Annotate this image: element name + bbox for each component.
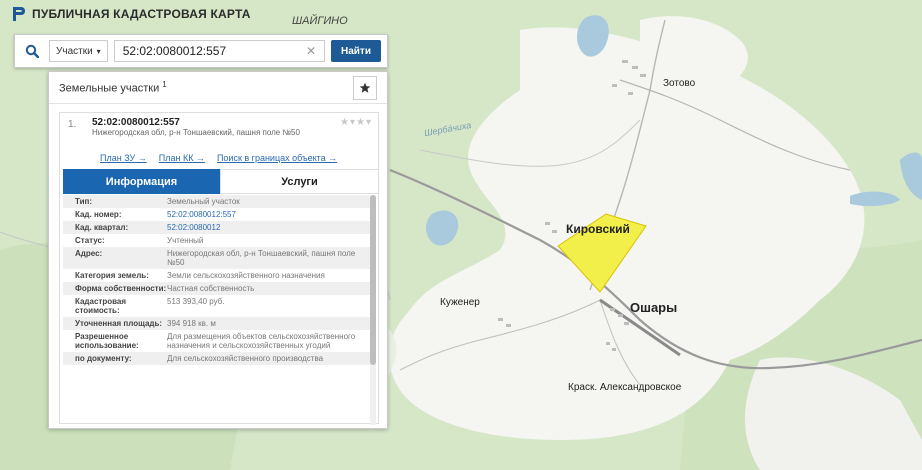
table-row: Кадастровая стоимость: 513 393,40 руб. — [63, 295, 371, 317]
table-row: Статус: Учтенный — [63, 234, 371, 247]
table-row: Категория земель: Земли сельскохозяйствен… — [63, 269, 371, 282]
row-value: Земельный участок — [167, 197, 240, 206]
table-row: Кад. квартал: 52:02:0080012 — [63, 221, 371, 234]
map-label-zotovo: Зотово — [663, 78, 696, 89]
table-row: Тип: Земельный участок — [63, 195, 371, 208]
row-value: Учтенный — [167, 236, 204, 245]
chevron-down-icon: ▾ — [96, 46, 101, 56]
info-tabs: Информация Услуги — [63, 169, 379, 194]
row-value-link[interactable]: 52:02:0080012 — [167, 223, 371, 232]
search-query-text: 52:02:0080012:557 — [122, 44, 227, 58]
panel-count: 1 — [162, 80, 167, 90]
search-icon[interactable] — [21, 40, 43, 62]
plan-zu-link[interactable]: План ЗУ → — [100, 153, 147, 163]
row-key: Кадастровая стоимость: — [75, 297, 127, 315]
search-type-label: Участки — [56, 45, 93, 57]
map-label-krasn: Краск. Александровское — [568, 382, 682, 393]
row-value: Частная собственность — [167, 284, 255, 293]
search-within-object-link[interactable]: Поиск в границах объекта → — [217, 153, 337, 163]
result-links: План ЗУ → План КК → Поиск в границах объ… — [100, 153, 337, 163]
tab-services[interactable]: Услуги — [220, 169, 379, 194]
result-address: Нижегородская обл, р-н Тоншаевский, пашн… — [92, 128, 300, 137]
table-row: Уточненная площадь: 394 918 кв. м — [63, 317, 371, 330]
result-cadastral-number[interactable]: 52:02:0080012:557 — [92, 117, 180, 128]
panel-title: Земельные участки 1 — [59, 80, 167, 95]
plan-kk-link[interactable]: План КК → — [159, 153, 205, 163]
table-row: Кад. номер: 52:02:0080012:557 — [63, 208, 371, 221]
row-key: Кад. номер: — [75, 210, 122, 219]
scrollbar-thumb[interactable] — [370, 195, 376, 365]
table-row: Разрешенное использование: Для размещения… — [63, 330, 371, 352]
table-row: по документу: Для сельскохозяйственного п… — [63, 352, 371, 365]
search-button[interactable]: Найти — [331, 40, 381, 62]
row-value: Для сельскохозяйственного производства — [167, 354, 324, 363]
row-value: Для размещения объектов сельскохозяйстве… — [167, 332, 356, 350]
rating-icons[interactable]: ★▾★▾ — [340, 117, 372, 128]
table-row: Адрес: Нижегородская обл, р-н Тоншаевский… — [63, 247, 371, 269]
row-value: Нижегородская обл, р-н Тоншаевский, пашн… — [167, 249, 356, 267]
row-key: по документу: — [75, 354, 132, 363]
info-scrollbar[interactable] — [370, 195, 376, 425]
info-table: Тип: Земельный участок Кад. номер: 52:02:0… — [63, 195, 371, 425]
row-key: Уточненная площадь: — [75, 319, 163, 328]
tab-information[interactable]: Информация — [63, 169, 220, 194]
row-value-link[interactable]: 52:02:0080012:557 — [167, 210, 371, 219]
panel-header: Земельные участки 1 — [49, 72, 387, 104]
map-label-shaigino: ШАЙГИНО — [292, 15, 348, 27]
result-card: 1. 52:02:0080012:557 Нижегородская обл, … — [59, 112, 379, 425]
row-key: Адрес: — [75, 249, 103, 258]
row-key: Тип: — [75, 197, 92, 206]
panel-title-text: Земельные участки — [59, 82, 160, 95]
map-label-oshary: Ошары — [630, 300, 678, 315]
map-label-kirovsky: Кировский — [566, 222, 630, 236]
row-value: Земли сельскохозяйственного назначения — [167, 271, 325, 280]
rosreestr-logo-icon — [13, 7, 25, 21]
app-brand[interactable]: ПУБЛИЧНАЯ КАДАСТРОВАЯ КАРТА — [12, 6, 251, 22]
app-title: ПУБЛИЧНАЯ КАДАСТРОВАЯ КАРТА — [32, 7, 251, 21]
search-input[interactable]: 52:02:0080012:557 ✕ — [113, 40, 325, 62]
clear-icon[interactable]: ✕ — [306, 44, 316, 58]
row-key: Разрешенное использование: — [75, 332, 139, 350]
result-index: 1. — [68, 119, 77, 130]
row-key: Кад. квартал: — [75, 223, 129, 232]
row-value: 394 918 кв. м — [167, 319, 216, 328]
row-key: Форма собственности: — [75, 284, 167, 293]
favorite-button[interactable] — [353, 75, 377, 100]
row-value: 513 393,40 руб. — [167, 297, 225, 306]
table-row: Форма собственности: Частная собственност… — [63, 282, 371, 295]
row-key: Статус: — [75, 236, 105, 245]
row-key: Категория земель: — [75, 271, 149, 280]
map-label-kuzhener: Кужeнер — [440, 297, 480, 308]
star-icon — [359, 82, 371, 93]
search-type-select[interactable]: Участки ▾ — [49, 40, 108, 62]
search-bar: Участки ▾ 52:02:0080012:557 ✕ Найти — [14, 34, 388, 68]
results-panel: Земельные участки 1 1. 52:02:0080012:557… — [48, 71, 388, 429]
